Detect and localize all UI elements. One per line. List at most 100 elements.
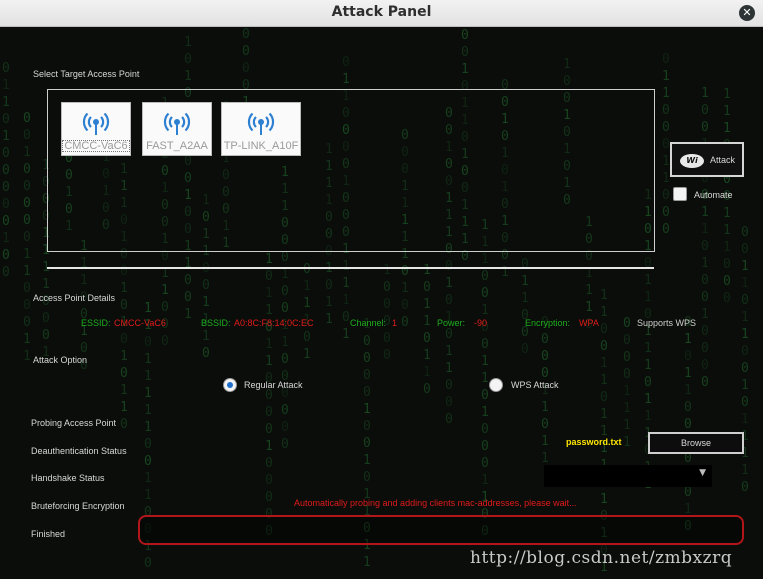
matrix-glyph: 0 — [161, 300, 169, 315]
matrix-glyph: 0 — [701, 341, 709, 356]
matrix-glyph: 1 — [585, 283, 593, 298]
matrix-glyph: 0 — [701, 375, 709, 390]
matrix-glyph: 0 — [723, 291, 731, 306]
matrix-glyph: 1 — [723, 223, 731, 238]
matrix-glyph: 1 — [144, 471, 152, 486]
matrix-glyph: 0 — [623, 350, 631, 365]
matrix-glyph: 1 — [363, 402, 371, 417]
matrix-glyph: 1 — [303, 296, 311, 311]
matrix-glyph: 0 — [144, 454, 152, 469]
matrix-glyph: 1 — [144, 386, 152, 401]
matrix-glyph: 1 — [2, 129, 10, 144]
wps-attack-radio[interactable] — [489, 378, 503, 392]
matrix-glyph: 1 — [423, 297, 431, 312]
matrix-glyph: 0 — [342, 310, 350, 325]
bssid-value: A0:8C:F8:14:0C:EC — [234, 318, 314, 328]
channel-label: Channel: — [350, 318, 387, 328]
attack-button-label: Attack — [710, 155, 736, 165]
matrix-glyph: 1 — [2, 95, 10, 110]
automate-checkbox[interactable] — [673, 187, 687, 201]
matrix-glyph: 1 — [120, 349, 128, 364]
finished-label: Finished — [31, 529, 66, 539]
matrix-glyph: 0 — [662, 188, 670, 203]
matrix-glyph: 1 — [481, 252, 489, 267]
matrix-glyph: 1 — [563, 57, 571, 72]
matrix-glyph: 1 — [120, 281, 128, 296]
matrix-glyph: 1 — [342, 276, 350, 291]
matrix-glyph: 0 — [363, 334, 371, 349]
automate-label: Automate — [694, 190, 733, 200]
matrix-glyph: 1 — [265, 337, 273, 352]
matrix-glyph: 0 — [461, 28, 469, 43]
matrix-glyph: 0 — [120, 332, 128, 347]
matrix-glyph: 1 — [445, 344, 453, 359]
matrix-glyph: 0 — [541, 332, 549, 347]
matrix-glyph: 0 — [2, 61, 10, 76]
matrix-glyph: 0 — [445, 293, 453, 308]
matrix-glyph: 0 — [23, 315, 31, 330]
matrix-glyph: 1 — [644, 341, 652, 356]
matrix-glyph: 0 — [662, 222, 670, 237]
matrix-glyph: 1 — [2, 231, 10, 246]
matrix-glyph: 1 — [23, 349, 31, 364]
matrix-glyph: 0 — [325, 278, 333, 293]
matrix-glyph: 1 — [723, 206, 731, 221]
ap-item-cmcc[interactable]: CMCC-VaC6 — [61, 102, 131, 156]
matrix-glyph: 1 — [481, 473, 489, 488]
matrix-glyph: 0 — [481, 422, 489, 437]
ap-item-tplink[interactable]: TP-LINK_A10F — [221, 102, 301, 156]
matrix-glyph: 1 — [600, 373, 608, 388]
matrix-glyph: 0 — [741, 480, 749, 495]
matrix-glyph: 0 — [303, 262, 311, 277]
matrix-glyph: 1 — [684, 383, 692, 398]
details-heading: Access Point Details — [33, 293, 116, 303]
matrix-glyph: 0 — [481, 269, 489, 284]
matrix-glyph: 1 — [265, 439, 273, 454]
attack-button[interactable]: Wi Attack — [670, 142, 744, 177]
power-label: Power: — [437, 318, 466, 328]
browse-button[interactable]: Browse — [648, 432, 744, 454]
matrix-glyph: 0 — [623, 316, 631, 331]
matrix-glyph: 0 — [701, 239, 709, 254]
matrix-glyph: 0 — [662, 120, 670, 135]
regular-attack-radio[interactable] — [223, 378, 237, 392]
matrix-glyph: 0 — [701, 120, 709, 135]
ap-item-fast[interactable]: FAST_A2AA — [142, 102, 212, 156]
matrix-glyph: 1 — [600, 305, 608, 320]
matrix-glyph: 1 — [281, 335, 289, 350]
matrix-glyph: 1 — [623, 384, 631, 399]
matrix-glyph: 0 — [662, 137, 670, 152]
matrix-glyph: 1 — [23, 264, 31, 279]
matrix-glyph: 1 — [342, 293, 350, 308]
matrix-glyph: 0 — [423, 331, 431, 346]
matrix-glyph: 0 — [144, 335, 152, 350]
matrix-glyph: 0 — [600, 322, 608, 337]
matrix-glyph: 1 — [161, 283, 169, 298]
matrix-glyph: 0 — [2, 197, 10, 212]
matrix-glyph: 0 — [662, 103, 670, 118]
handshake-combo[interactable]: ▼ — [544, 465, 712, 487]
matrix-glyph: 0 — [363, 419, 371, 434]
attack-panel-window: Attack Panel ✕ 0110100000100001000001100… — [0, 0, 763, 579]
matrix-glyph: 0 — [23, 281, 31, 296]
matrix-glyph: 1 — [541, 434, 549, 449]
matrix-glyph: 1 — [701, 307, 709, 322]
matrix-glyph: 0 — [541, 417, 549, 432]
matrix-glyph: 0 — [2, 214, 10, 229]
matrix-glyph: 1 — [644, 358, 652, 373]
regular-attack-label: Regular Attack — [244, 380, 303, 390]
ap-name: TP-LINK_A10F — [223, 140, 299, 152]
status-message: Automatically probing and adding clients… — [294, 498, 577, 508]
matrix-glyph: 0 — [363, 368, 371, 383]
matrix-glyph: 0 — [644, 375, 652, 390]
matrix-glyph: 0 — [701, 273, 709, 288]
matrix-glyph: 1 — [445, 276, 453, 291]
matrix-glyph: 0 — [23, 111, 31, 126]
close-icon[interactable]: ✕ — [739, 5, 755, 21]
matrix-glyph: 1 — [423, 365, 431, 380]
matrix-glyph: 0 — [662, 52, 670, 67]
matrix-glyph: 0 — [363, 385, 371, 400]
matrix-glyph: 0 — [80, 341, 88, 356]
matrix-glyph: 0 — [144, 437, 152, 452]
matrix-glyph: 1 — [144, 420, 152, 435]
